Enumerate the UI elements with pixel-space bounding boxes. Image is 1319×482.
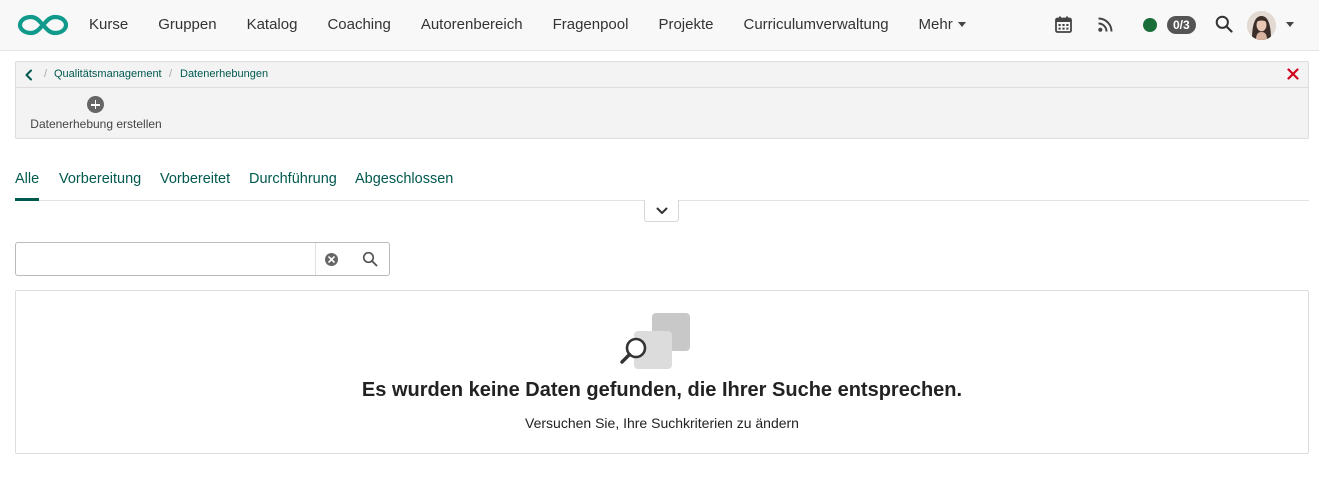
status-tabs: Alle Vorbereitung Vorbereitet Durchführu… <box>15 168 1309 201</box>
empty-state-subtitle: Versuchen Sie, Ihre Suchkriterien zu änd… <box>525 415 799 431</box>
nav-item-mehr[interactable]: Mehr <box>904 0 981 50</box>
breadcrumb-separator: / <box>44 68 48 80</box>
nav-item-fragenpool[interactable]: Fragenpool <box>538 0 644 50</box>
calendar-icon <box>1055 16 1072 33</box>
nav-item-gruppen[interactable]: Gruppen <box>143 0 231 50</box>
nav-item-projekte[interactable]: Projekte <box>643 0 728 50</box>
empty-state-panel: Es wurden keine Daten gefunden, die Ihre… <box>15 290 1309 454</box>
rss-icon <box>1098 17 1113 32</box>
breadcrumb-item-datenerhebungen[interactable]: Datenerhebungen <box>180 68 268 80</box>
create-survey-label: Datenerhebung erstellen <box>30 117 162 131</box>
search-divider <box>315 243 316 275</box>
search-box <box>15 242 390 276</box>
breadcrumb-item-qualitaetsmanagement[interactable]: Qualitätsmanagement <box>54 68 162 80</box>
online-status-indicator[interactable] <box>1143 18 1157 32</box>
tab-alle[interactable]: Alle <box>15 171 40 201</box>
main-nav: Kurse Gruppen Katalog Coaching Autorenbe… <box>74 0 981 50</box>
calendar-button[interactable] <box>1054 15 1073 34</box>
chevron-down-icon <box>1286 21 1294 27</box>
plus-circle-icon <box>87 96 104 113</box>
tab-durchfuehrung[interactable]: Durchführung <box>249 171 337 201</box>
rss-button[interactable] <box>1097 16 1114 33</box>
nav-item-mehr-label: Mehr <box>918 16 953 33</box>
search-input[interactable] <box>16 243 315 275</box>
empty-state-title: Es wurden keine Daten gefunden, die Ihre… <box>361 379 963 401</box>
search-icon[interactable] <box>362 251 378 267</box>
create-survey-button[interactable]: Datenerhebung erstellen <box>30 96 162 134</box>
tab-abgeschlossen[interactable]: Abgeschlossen <box>355 171 453 201</box>
nav-item-coaching[interactable]: Coaching <box>312 0 405 50</box>
clear-search-icon[interactable] <box>324 252 339 267</box>
caret-down-icon <box>957 21 966 27</box>
avatar[interactable] <box>1247 11 1276 40</box>
nav-item-curriculumverwaltung[interactable]: Curriculumverwaltung <box>728 0 903 50</box>
user-portrait-icon <box>1247 11 1276 40</box>
nav-item-kurse[interactable]: Kurse <box>74 0 143 50</box>
user-menu-toggle[interactable] <box>1284 20 1296 30</box>
tab-vorbereitet[interactable]: Vorbereitet <box>160 171 230 201</box>
toolbar-panel: / Qualitätsmanagement / Datenerhebungen … <box>15 61 1309 139</box>
close-icon[interactable] <box>1287 68 1299 80</box>
search-icon <box>1215 15 1233 33</box>
chevron-down-icon <box>656 207 667 214</box>
top-navbar: Kurse Gruppen Katalog Coaching Autorenbe… <box>0 0 1319 51</box>
no-results-icon <box>620 313 690 369</box>
back-arrow-icon[interactable] <box>23 68 35 82</box>
tab-vorbereitung[interactable]: Vorbereitung <box>59 171 141 201</box>
nav-item-autorenbereich[interactable]: Autorenbereich <box>406 0 538 50</box>
filter-expand-button[interactable] <box>644 200 679 222</box>
infinity-logo-icon[interactable] <box>17 13 69 37</box>
breadcrumb: / Qualitätsmanagement / Datenerhebungen <box>16 62 1308 88</box>
global-search-button[interactable] <box>1214 14 1234 34</box>
breadcrumb-separator: / <box>169 68 173 80</box>
nav-item-katalog[interactable]: Katalog <box>232 0 313 50</box>
notification-badge[interactable]: 0/3 <box>1167 16 1196 34</box>
